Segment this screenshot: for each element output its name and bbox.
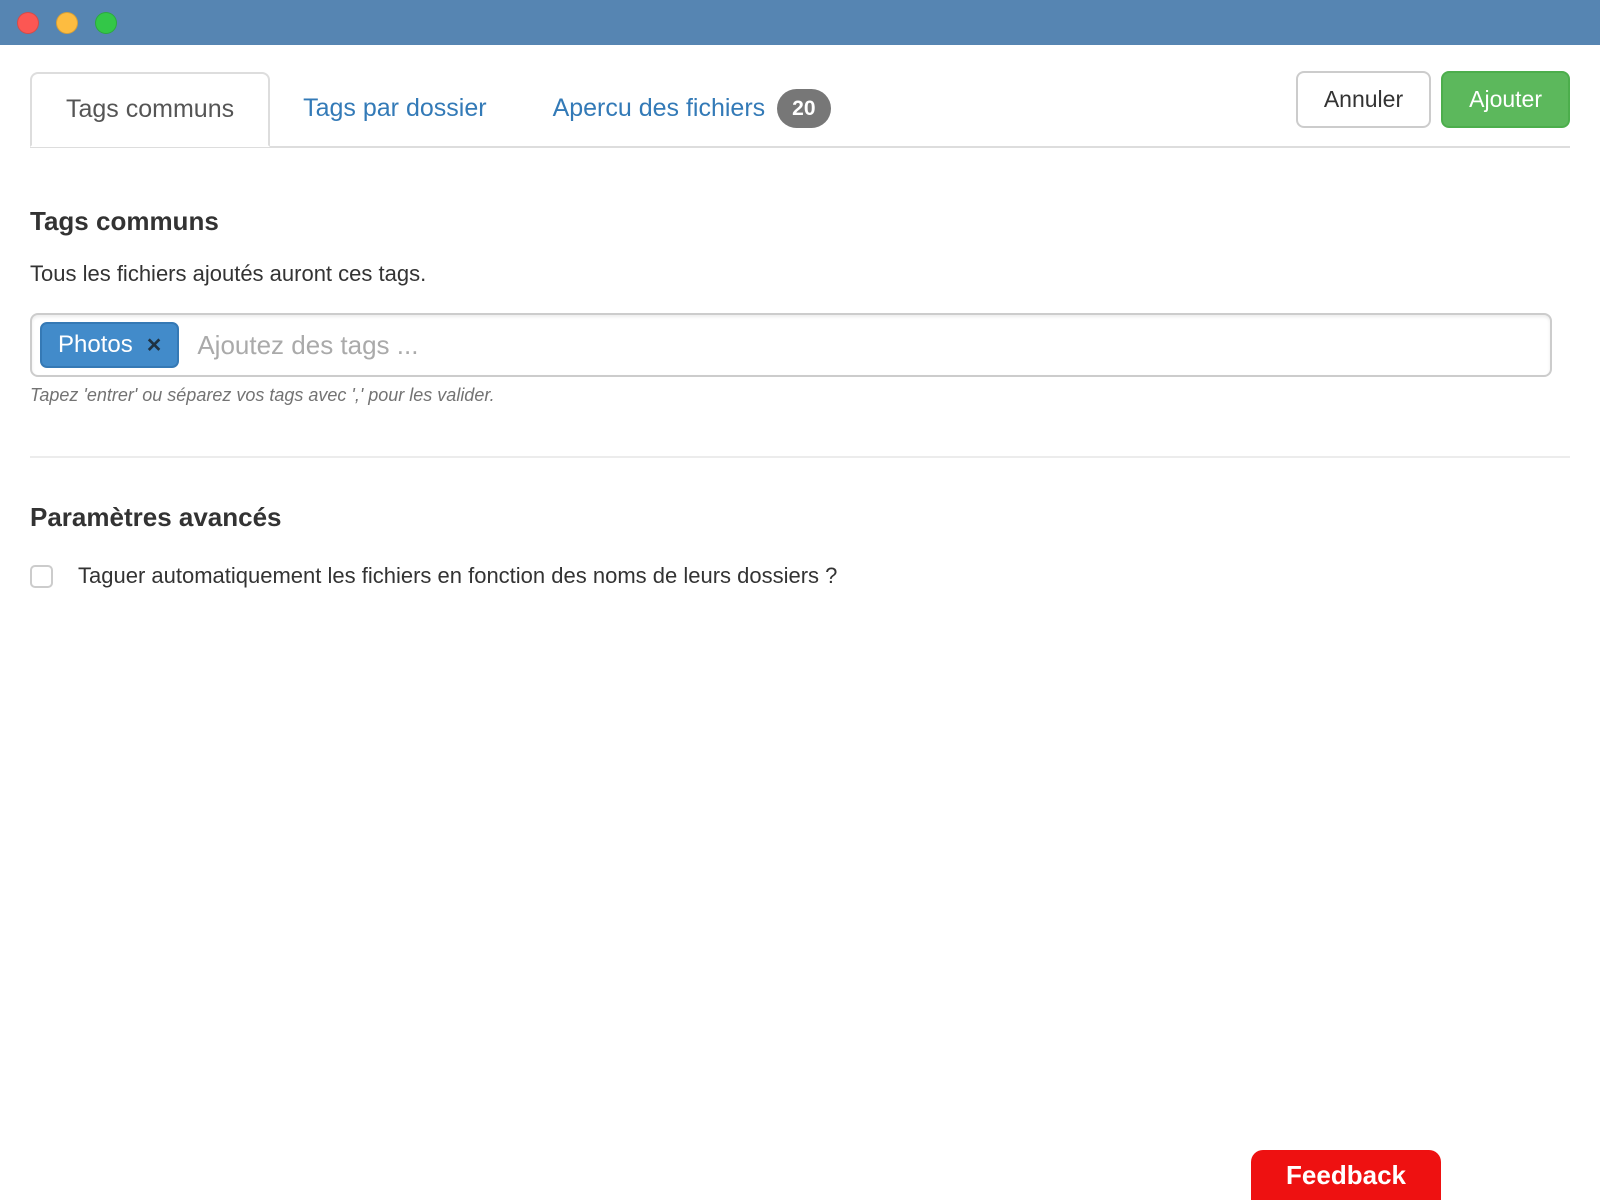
- tab-label: Tags par dossier: [303, 94, 487, 122]
- tag-chip-label: Photos: [58, 331, 133, 358]
- minimize-icon[interactable]: [56, 11, 78, 34]
- file-count-badge: 20: [777, 89, 831, 128]
- common-tags-description: Tous les fichiers ajoutés auront ces tag…: [30, 261, 427, 286]
- cancel-button[interactable]: Annuler: [1295, 71, 1432, 128]
- tab-tags-communs[interactable]: Tags communs: [30, 72, 271, 147]
- auto-tag-checkbox-label[interactable]: Taguer automatiquement les fichiers en f…: [78, 563, 837, 589]
- window-titlebar: [0, 0, 1600, 45]
- submit-button[interactable]: Ajouter: [1441, 71, 1570, 128]
- auto-tag-checkbox[interactable]: [30, 564, 53, 588]
- header-actions: Annuler Ajouter: [1295, 71, 1570, 128]
- section-divider: [30, 456, 1570, 458]
- tab-tags-par-dossier[interactable]: Tags par dossier: [270, 71, 519, 146]
- feedback-button[interactable]: Feedback: [1251, 1150, 1441, 1200]
- common-tags-title: Tags communs: [30, 206, 219, 236]
- remove-tag-icon[interactable]: ×: [147, 332, 162, 358]
- main-content: Tags communs Tags par dossier Apercu des…: [0, 71, 1600, 589]
- tab-bar: Tags communs Tags par dossier Apercu des…: [30, 71, 1570, 148]
- advanced-settings-title: Paramètres avancés: [30, 502, 282, 532]
- tab-apercu-des-fichiers[interactable]: Apercu des fichiers 20: [520, 71, 864, 146]
- tag-input[interactable]: [197, 329, 1542, 361]
- tab-label: Apercu des fichiers: [552, 94, 766, 122]
- tag-chip-photos: Photos ×: [40, 322, 180, 368]
- close-icon[interactable]: [17, 11, 39, 34]
- tab-label: Tags communs: [66, 95, 235, 123]
- tag-input-container[interactable]: Photos ×: [30, 313, 1552, 377]
- tag-input-hint: Tapez 'entrer' ou séparez vos tags avec …: [30, 385, 495, 405]
- auto-tag-option: Taguer automatiquement les fichiers en f…: [30, 563, 1570, 589]
- zoom-icon[interactable]: [95, 11, 117, 34]
